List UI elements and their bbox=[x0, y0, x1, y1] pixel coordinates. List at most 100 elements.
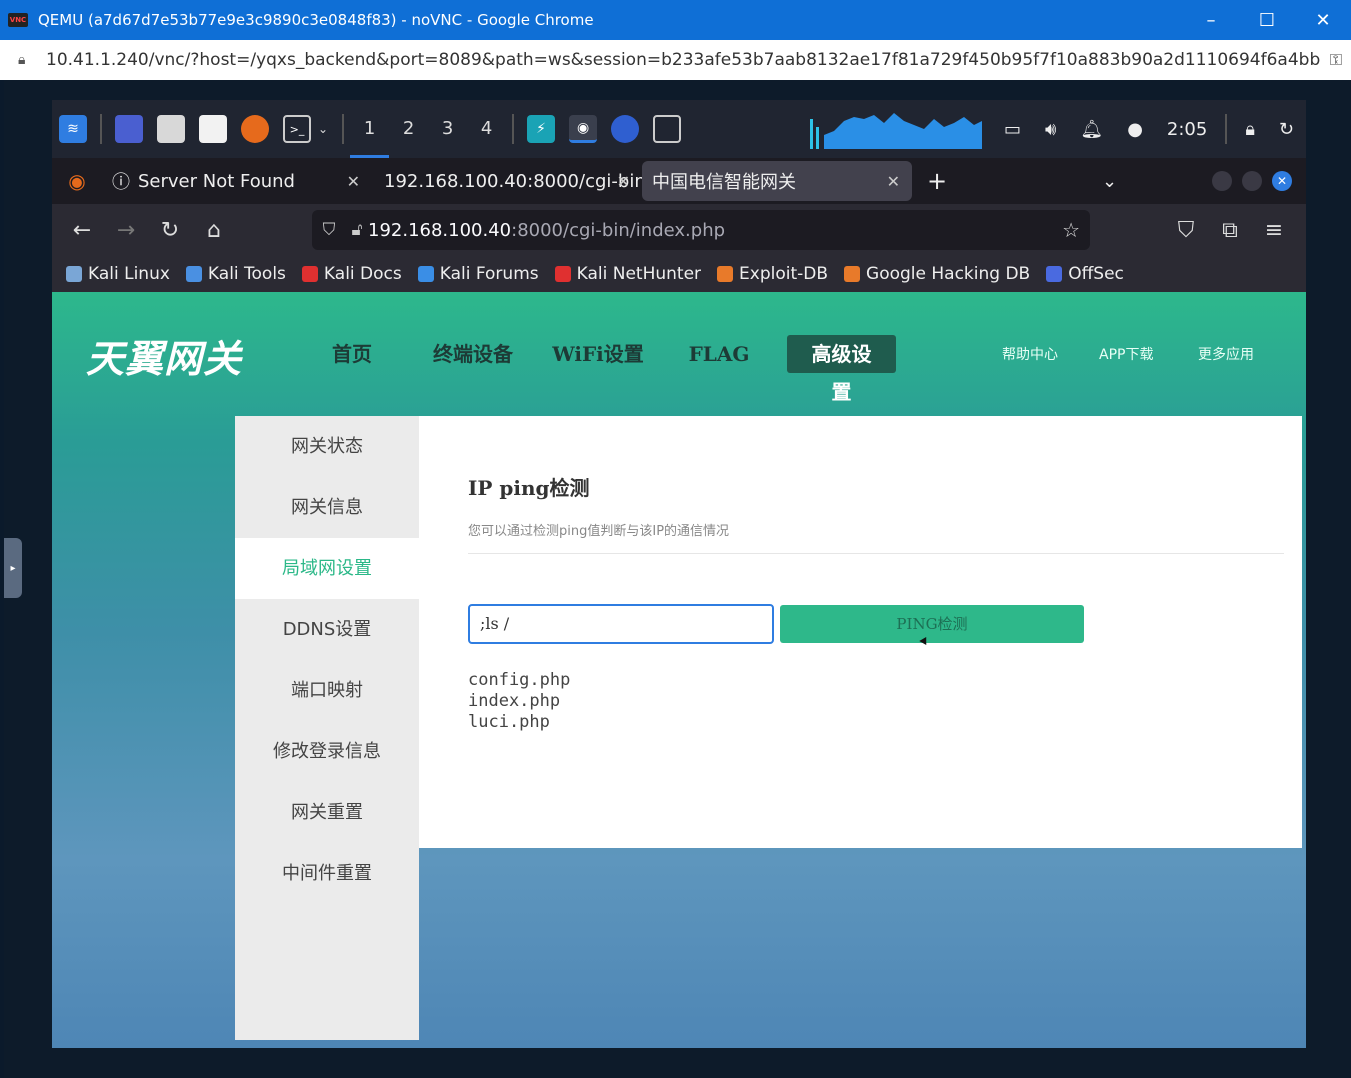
logout-icon[interactable]: ↻ bbox=[1279, 119, 1294, 140]
chrome-url-text[interactable]: 10.41.1.240/vnc/?host=/yqxs_backend&port… bbox=[46, 50, 1321, 70]
list-tabs-chevron-icon[interactable]: ⌄ bbox=[1102, 171, 1117, 192]
ping-button[interactable]: PING检测 bbox=[780, 605, 1084, 643]
bookmark-kali-docs[interactable]: Kali Docs bbox=[301, 264, 402, 284]
bookmark-offsec[interactable]: OffSec bbox=[1046, 264, 1124, 284]
back-button[interactable]: ← bbox=[60, 218, 104, 243]
firefox-window-icon[interactable]: ◉ bbox=[569, 115, 598, 143]
page-title: IP ping检测 bbox=[468, 476, 590, 500]
nav-app-download[interactable]: APP下载 bbox=[1099, 344, 1153, 364]
key-icon[interactable]: ⚿ bbox=[1321, 50, 1351, 70]
output-line: luci.php bbox=[468, 712, 550, 732]
nav-more-apps[interactable]: 更多应用 bbox=[1198, 344, 1254, 364]
divider bbox=[468, 553, 1284, 554]
tab-cgi-bin[interactable]: 192.168.100.40:8000/cgi-bin ✕ bbox=[372, 161, 642, 201]
bookmark-kali-tools[interactable]: Kali Tools bbox=[185, 264, 286, 284]
workspace-1[interactable]: 1 bbox=[350, 100, 390, 158]
ping-output: config.php index.php luci.php bbox=[468, 670, 570, 733]
nav-help-center[interactable]: 帮助中心 bbox=[1002, 344, 1058, 364]
workspace-4[interactable]: 4 bbox=[467, 100, 506, 158]
shield-icon[interactable]: ⛉ bbox=[312, 220, 346, 240]
network-graph-icon bbox=[809, 113, 982, 149]
sidebar-item-middleware-reset[interactable]: 中间件重置 bbox=[235, 843, 419, 904]
bookmark-exploit-db[interactable]: Exploit-DB bbox=[717, 264, 828, 284]
close-tab-icon[interactable]: ✕ bbox=[887, 172, 900, 191]
volume-icon[interactable]: 🔊︎ bbox=[1045, 119, 1056, 140]
power-status-icon[interactable]: ● bbox=[1127, 119, 1143, 140]
screen-icon[interactable]: ▭ bbox=[1004, 119, 1021, 140]
tab-label: 192.168.100.40:8000/cgi-bin bbox=[384, 170, 642, 192]
chrome-url-bar[interactable]: 🔒︎ 10.41.1.240/vnc/?host=/yqxs_backend&p… bbox=[0, 40, 1351, 80]
nav-devices[interactable]: 终端设备 bbox=[427, 335, 519, 373]
nav-home[interactable]: 首页 bbox=[322, 335, 382, 373]
chevron-down-icon[interactable]: ⌄ bbox=[318, 122, 328, 136]
insecure-lock-icon[interactable]: 🔓︎ bbox=[346, 220, 368, 240]
output-line: index.php bbox=[468, 691, 561, 711]
offsec-icon bbox=[1046, 266, 1063, 282]
tab-server-not-found[interactable]: ⓘ Server Not Found ✕ bbox=[102, 161, 372, 201]
sidebar-item-port-mapping[interactable]: 端口映射 bbox=[235, 660, 419, 721]
ip-input[interactable]: ;ls / bbox=[468, 604, 774, 644]
workspace-2[interactable]: 2 bbox=[389, 100, 428, 158]
nav-wifi[interactable]: WiFi设置 bbox=[548, 335, 648, 373]
kali-dragon-icon[interactable]: ≋ bbox=[59, 115, 87, 143]
maximize-button[interactable]: ☐ bbox=[1239, 0, 1295, 40]
output-line: config.php bbox=[468, 670, 571, 690]
firefox-url-bar[interactable]: ⛉ 🔓︎ 192.168.100.40 :8000/cgi-bin/index.… bbox=[312, 210, 1090, 250]
bookmark-star-icon[interactable]: ☆ bbox=[1062, 218, 1080, 242]
nav-flag[interactable]: FLAG bbox=[682, 335, 756, 373]
url-path: :8000/cgi-bin/index.php bbox=[511, 219, 726, 241]
bookmark-google-hacking-db[interactable]: Google Hacking DB bbox=[844, 264, 1030, 284]
minimize-button[interactable]: – bbox=[1183, 0, 1239, 40]
window-maximize-dot[interactable] bbox=[1242, 171, 1262, 191]
sidebar-item-ddns[interactable]: DDNS设置 bbox=[235, 599, 419, 660]
firefox-view-icon[interactable]: ◉ bbox=[52, 169, 102, 193]
workspace-3[interactable]: 3 bbox=[428, 100, 467, 158]
new-tab-button[interactable]: + bbox=[912, 167, 962, 195]
home-button[interactable]: ⌂ bbox=[192, 218, 236, 243]
tab-label: 中国电信智能网关 bbox=[652, 172, 796, 193]
sidebar-item-gateway-info[interactable]: 网关信息 bbox=[235, 477, 419, 538]
kali-linux-icon bbox=[66, 266, 82, 282]
firefox-nav-bar: ← → ↻ ⌂ ⛉ 🔓︎ 192.168.100.40 :8000/cgi-bi… bbox=[52, 204, 1306, 256]
site-logo[interactable]: 天翼网关 bbox=[86, 328, 242, 383]
window-minimize-dot[interactable] bbox=[1212, 171, 1232, 191]
window-close-icon[interactable]: ✕ bbox=[1272, 171, 1292, 191]
sidebar-item-gateway-status[interactable]: 网关状态 bbox=[235, 416, 419, 477]
firefox-icon[interactable] bbox=[241, 115, 269, 143]
text-editor-icon[interactable] bbox=[199, 115, 227, 143]
pocket-icon[interactable]: ⛉ bbox=[1164, 218, 1208, 243]
terminal-icon[interactable]: >_ bbox=[283, 115, 311, 143]
bookmark-kali-linux[interactable]: Kali Linux bbox=[66, 264, 170, 284]
kali-taskbar: ≋ >_ ⌄ 1 2 3 4 ⚡ ◉ ▭ 🔊︎ 🔔︎ ● 2:05 🔒︎ ↻ bbox=[52, 100, 1306, 158]
close-button[interactable]: ✕ bbox=[1295, 0, 1351, 40]
taskbar-separator bbox=[1225, 114, 1228, 144]
reload-button[interactable]: ↻ bbox=[148, 218, 192, 243]
close-tab-icon[interactable]: ✕ bbox=[617, 172, 630, 191]
sidebar-item-lan-settings[interactable]: 局域网设置 bbox=[235, 538, 419, 599]
url-host: 192.168.100.40 bbox=[368, 219, 512, 241]
forward-button[interactable]: → bbox=[104, 218, 148, 243]
extensions-icon[interactable]: ⧉ bbox=[1208, 218, 1252, 243]
gateway-web-page: 天翼网关 首页 终端设备 WiFi设置 FLAG 高级设置 帮助中心 APP下载… bbox=[52, 292, 1306, 1048]
bookmark-kali-nethunter[interactable]: Kali NetHunter bbox=[554, 264, 701, 284]
lock-screen-icon[interactable]: 🔒︎ bbox=[1245, 119, 1255, 140]
clock[interactable]: 2:05 bbox=[1167, 119, 1207, 140]
close-tab-icon[interactable]: ✕ bbox=[347, 172, 360, 191]
desktop-icon[interactable] bbox=[115, 115, 143, 143]
firefox-tab-bar: ◉ ⓘ Server Not Found ✕ 192.168.100.40:80… bbox=[52, 158, 1306, 204]
nav-advanced[interactable]: 高级设置 bbox=[787, 335, 896, 404]
novnc-sidebar-handle[interactable]: ▸ bbox=[4, 538, 22, 598]
kali-forums-icon bbox=[417, 266, 434, 282]
kali-docs-icon bbox=[301, 266, 318, 282]
browser-window-icon[interactable] bbox=[611, 115, 640, 143]
sidebar-item-gateway-reset[interactable]: 网关重置 bbox=[235, 782, 419, 843]
files-icon[interactable] bbox=[157, 115, 185, 143]
sidebar-item-login-info[interactable]: 修改登录信息 bbox=[235, 721, 419, 782]
tab-gateway[interactable]: 中国电信智能网关 ✕ bbox=[642, 161, 912, 201]
notification-bell-icon[interactable]: 🔔︎ bbox=[1080, 119, 1103, 140]
hamburger-menu-icon[interactable]: ≡ bbox=[1252, 218, 1296, 243]
app-launcher-icon[interactable]: ⚡ bbox=[527, 115, 556, 143]
bookmark-kali-forums[interactable]: Kali Forums bbox=[417, 264, 539, 284]
exploit-db-icon bbox=[717, 266, 734, 282]
terminal-window-icon[interactable] bbox=[653, 115, 682, 143]
